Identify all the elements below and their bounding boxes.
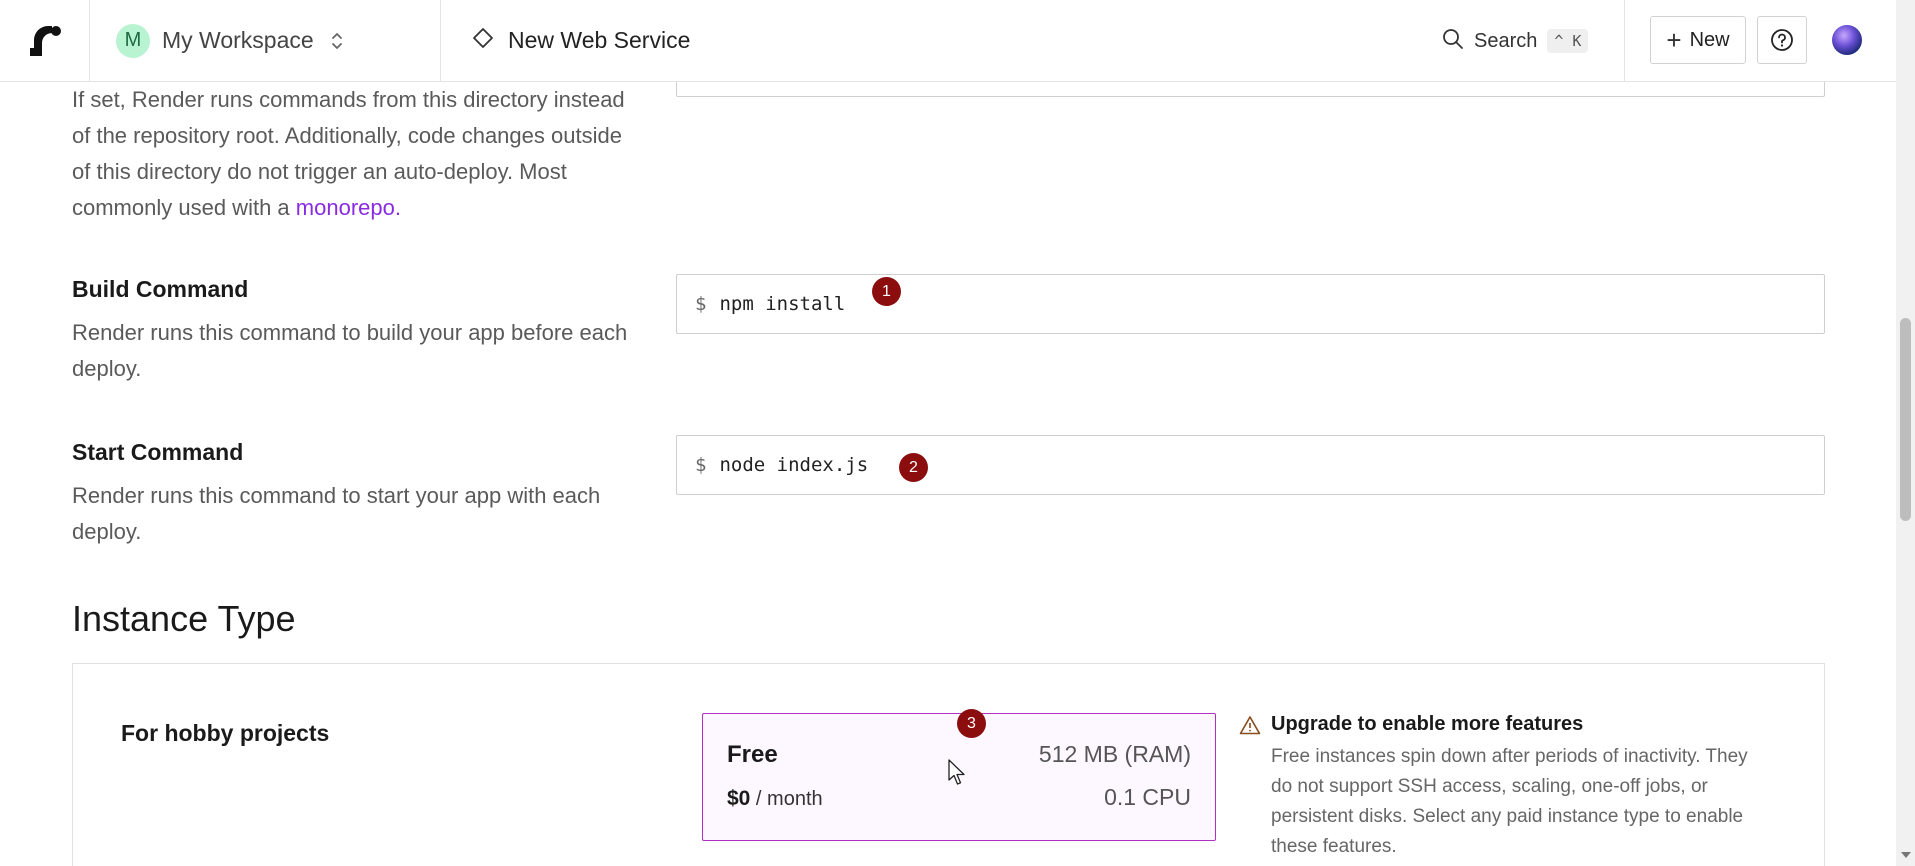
workspace-avatar: M bbox=[116, 23, 150, 58]
top-bar: M My Workspace New Web Service Search ^ … bbox=[0, 0, 1896, 82]
plan-name: Free bbox=[727, 741, 778, 768]
build-command-title: Build Command bbox=[72, 276, 249, 302]
shell-prompt: $ bbox=[695, 293, 707, 315]
start-command-input[interactable]: $ node index.js bbox=[676, 435, 1825, 495]
start-command-description: Render runs this command to start your a… bbox=[72, 483, 601, 544]
start-command-title: Start Command bbox=[72, 439, 244, 465]
upgrade-notice-body: Free instances spin down after periods o… bbox=[1271, 746, 1748, 857]
scroll-down-arrow-icon[interactable] bbox=[1901, 852, 1911, 858]
cursor-icon bbox=[948, 759, 968, 792]
page-scrollbar[interactable] bbox=[1896, 0, 1915, 866]
search-label: Search bbox=[1474, 29, 1538, 52]
new-button-label: New bbox=[1689, 28, 1730, 51]
start-command-value: node index.js bbox=[719, 454, 869, 476]
root-directory-description: If set, Render runs commands from this d… bbox=[72, 82, 632, 226]
workspace-name: My Workspace bbox=[162, 27, 314, 53]
build-command-value: npm install bbox=[719, 293, 846, 315]
monorepo-link[interactable]: monorepo. bbox=[296, 195, 401, 220]
plus-icon: + bbox=[1666, 25, 1682, 55]
annotation-marker-2: 2 bbox=[899, 453, 928, 482]
instance-type-heading: Instance Type bbox=[72, 598, 296, 639]
plan-ram: 512 MB (RAM) bbox=[1038, 741, 1191, 767]
render-logo[interactable] bbox=[0, 0, 90, 81]
plan-price: $0 / month bbox=[727, 787, 823, 811]
shell-prompt: $ bbox=[695, 454, 707, 476]
annotation-marker-1: 1 bbox=[872, 277, 901, 306]
plan-cpu: 0.1 CPU bbox=[1104, 784, 1191, 810]
scrollbar-thumb[interactable] bbox=[1900, 318, 1911, 521]
root-directory-input[interactable] bbox=[676, 82, 1825, 97]
upgrade-notice-title: Upgrade to enable more features bbox=[1271, 713, 1584, 735]
new-button[interactable]: + New bbox=[1650, 16, 1746, 64]
breadcrumb: New Web Service bbox=[472, 0, 690, 81]
main-content: If set, Render runs commands from this d… bbox=[0, 82, 1896, 866]
diamond-icon bbox=[472, 27, 494, 54]
help-button[interactable] bbox=[1757, 16, 1807, 64]
build-command-description: Render runs this command to build your a… bbox=[72, 320, 628, 381]
chevrons-updown-icon bbox=[330, 31, 344, 51]
page-title: New Web Service bbox=[508, 27, 691, 53]
annotation-marker-3: 3 bbox=[957, 709, 986, 738]
render-logo-icon bbox=[29, 25, 61, 56]
plan-price-period: / month bbox=[755, 788, 823, 810]
help-icon bbox=[1771, 29, 1793, 51]
plan-price-amount: $0 bbox=[727, 787, 751, 810]
user-avatar[interactable] bbox=[1832, 25, 1862, 55]
search-button[interactable]: Search ^ K bbox=[1442, 25, 1589, 57]
build-command-input[interactable]: $ npm install bbox=[676, 274, 1825, 334]
workspace-switcher[interactable]: M My Workspace bbox=[90, 0, 441, 81]
warning-icon bbox=[1239, 715, 1261, 740]
search-icon bbox=[1442, 28, 1464, 55]
hobby-projects-label: For hobby projects bbox=[121, 720, 330, 746]
header-divider bbox=[1624, 0, 1625, 81]
search-shortcut: ^ K bbox=[1547, 29, 1589, 53]
